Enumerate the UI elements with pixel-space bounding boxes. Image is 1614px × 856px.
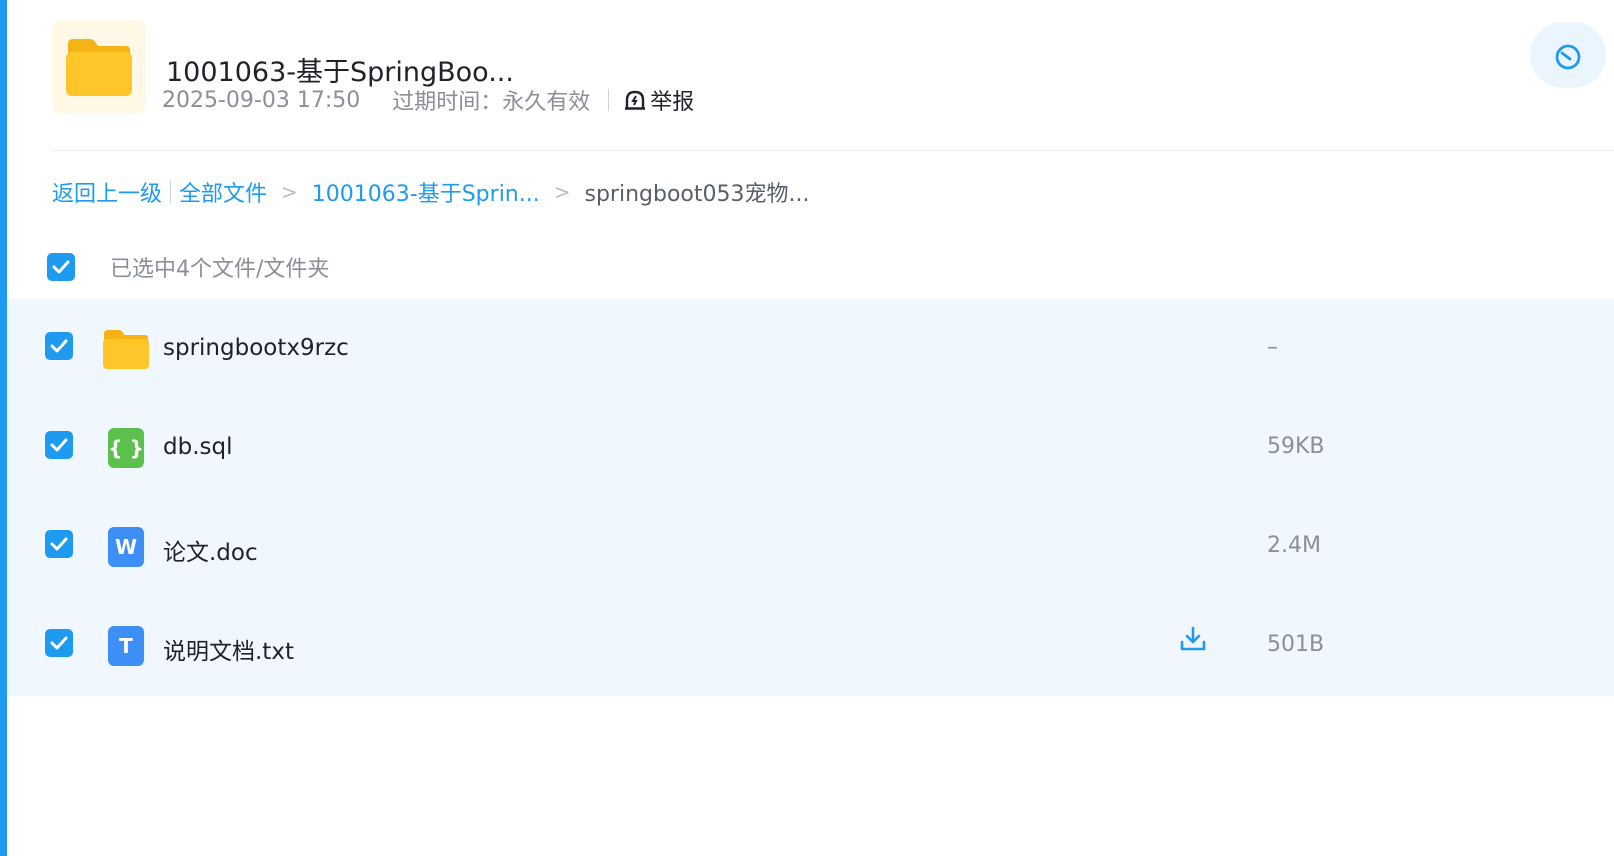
select-all-row: 已选中4个文件/文件夹: [47, 252, 329, 282]
check-icon: [50, 438, 68, 452]
share-meta: 2025-09-03 17:50 过期时间：永久有效 举报: [162, 84, 694, 116]
file-size: 2.4M: [1267, 533, 1321, 558]
file-row[interactable]: { } db.sql 59KB: [7, 398, 1614, 497]
sql-file-icon: { }: [103, 425, 149, 471]
folder-icon: [66, 39, 132, 96]
report-button[interactable]: 举报: [623, 84, 694, 116]
file-name[interactable]: springbootx9rzc: [163, 335, 349, 361]
file-name[interactable]: 说明文档.txt: [163, 632, 294, 666]
breadcrumb-separator: [170, 181, 172, 203]
meta-separator: [608, 89, 610, 111]
breadcrumb-arrow: >: [553, 180, 571, 204]
check-icon: [50, 537, 68, 551]
file-name[interactable]: db.sql: [163, 434, 232, 460]
file-list: springbootx9rzc – { } db.sql 59KB W 论文.d…: [7, 299, 1614, 696]
word-badge: W: [108, 527, 144, 567]
check-icon: [50, 636, 68, 650]
select-all-checkbox[interactable]: [47, 253, 75, 281]
selection-count: 已选中4个文件/文件夹: [110, 257, 330, 282]
file-size: –: [1267, 335, 1278, 360]
breadcrumb-arrow: >: [281, 180, 298, 204]
folder-icon: [103, 326, 149, 372]
share-header: 1001063-基于SpringBoo... 2025-09-03 17:50 …: [52, 20, 1614, 116]
file-checkbox[interactable]: [45, 431, 73, 459]
file-row[interactable]: springbootx9rzc –: [7, 299, 1614, 398]
sql-badge: { }: [108, 428, 144, 468]
circle-action-icon: [1555, 44, 1581, 70]
header-divider: [52, 150, 1614, 151]
file-row[interactable]: T 说明文档.txt 501B: [7, 596, 1614, 695]
word-file-icon: W: [103, 524, 149, 570]
back-link[interactable]: 返回上一级: [52, 176, 162, 208]
breadcrumb: 返回上一级 全部文件 > 1001063-基于Sprin... > spring…: [52, 176, 809, 208]
report-label: 举报: [650, 90, 695, 115]
expire-info: 过期时间：永久有效: [392, 90, 591, 115]
check-icon: [52, 260, 70, 274]
check-icon: [50, 339, 68, 353]
file-checkbox[interactable]: [45, 332, 73, 360]
file-size: 59KB: [1267, 434, 1325, 459]
text-file-icon: T: [103, 623, 149, 669]
breadcrumb-all-files[interactable]: 全部文件: [179, 176, 267, 208]
corner-action-button[interactable]: [1530, 22, 1606, 88]
download-icon[interactable]: [1179, 625, 1207, 653]
file-size: 501B: [1267, 632, 1325, 657]
share-folder-tile: [52, 20, 146, 114]
left-edge-strip: [0, 0, 7, 856]
breadcrumb-current: springboot053宠物...: [584, 182, 810, 207]
file-checkbox[interactable]: [45, 629, 73, 657]
share-date: 2025-09-03 17:50: [162, 87, 361, 113]
text-badge: T: [108, 626, 144, 666]
file-row[interactable]: W 论文.doc 2.4M: [7, 497, 1614, 596]
report-alarm-icon: [625, 90, 646, 110]
file-checkbox[interactable]: [45, 530, 73, 558]
breadcrumb-level1[interactable]: 1001063-基于Sprin...: [312, 176, 540, 208]
file-name[interactable]: 论文.doc: [163, 533, 258, 567]
